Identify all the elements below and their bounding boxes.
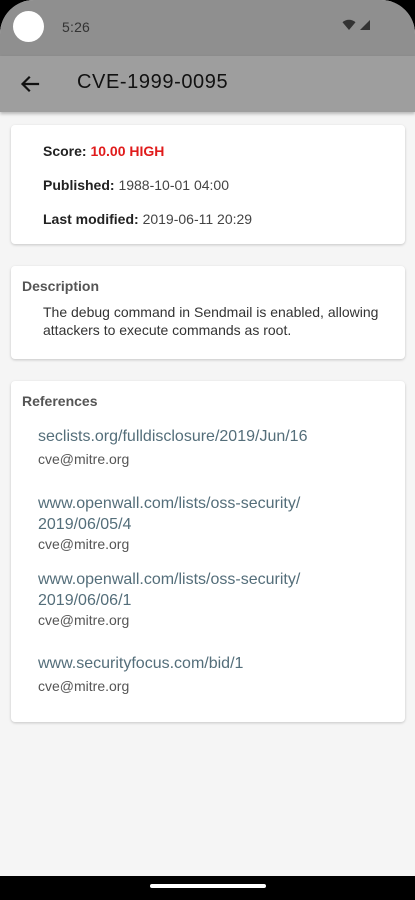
- modified-label: Last modified:: [43, 211, 139, 227]
- signal-icon: [360, 20, 370, 30]
- reference-item[interactable]: www.openwall.com/lists/oss-security/ 201…: [38, 493, 378, 553]
- reference-source: cve@mitre.org: [38, 612, 130, 628]
- reference-item[interactable]: www.openwall.com/lists/oss-security/ 201…: [38, 569, 378, 629]
- phone-screen: 5:26 CVE-1999-0095 Score: 10.00 HIGH Pub…: [0, 0, 415, 900]
- reference-link[interactable]: www.securityfocus.com/bid/1: [38, 653, 378, 674]
- description-heading: Description: [22, 278, 100, 294]
- reference-link[interactable]: www.openwall.com/lists/oss-security/: [38, 569, 378, 590]
- page-title: CVE-1999-0095: [77, 71, 229, 93]
- wifi-icon: [342, 19, 356, 30]
- status-time: 5:26: [62, 19, 91, 35]
- reference-item[interactable]: www.securityfocus.com/bid/1 cve@mitre.or…: [38, 653, 378, 695]
- status-icons: [342, 19, 371, 31]
- score-label: Score:: [43, 143, 87, 159]
- back-button[interactable]: [14, 68, 46, 100]
- published-row: Published: 1988-10-01 04:00: [43, 177, 229, 193]
- description-text: The debug command in Sendmail is enabled…: [43, 304, 379, 338]
- home-gesture-handle[interactable]: [150, 884, 266, 888]
- reference-source: cve@mitre.org: [38, 678, 130, 694]
- score-row: Score: 10.00 HIGH: [43, 143, 164, 159]
- arrow-left-icon: [20, 75, 40, 93]
- published-label: Published:: [43, 177, 115, 193]
- score-value: 10.00 HIGH: [90, 143, 165, 159]
- modified-row: Last modified: 2019-06-11 20:29: [43, 211, 252, 227]
- published-value: 1988-10-01 04:00: [118, 177, 229, 193]
- navigation-bar: [0, 876, 415, 900]
- modified-value: 2019-06-11 20:29: [142, 211, 253, 227]
- status-bar: 5:26: [0, 0, 415, 56]
- reference-link-cont[interactable]: 2019/06/05/4: [38, 514, 378, 535]
- camera-cutout: [13, 11, 44, 42]
- reference-link[interactable]: www.openwall.com/lists/oss-security/: [38, 493, 378, 514]
- references-heading: References: [22, 393, 98, 409]
- reference-source: cve@mitre.org: [38, 451, 130, 467]
- reference-source: cve@mitre.org: [38, 536, 130, 552]
- description-card: Description The debug command in Sendmai…: [11, 266, 405, 359]
- reference-item[interactable]: seclists.org/fulldisclosure/2019/Jun/16 …: [38, 426, 378, 468]
- app-bar: CVE-1999-0095: [0, 56, 415, 112]
- summary-card: Score: 10.00 HIGH Published: 1988-10-01 …: [11, 125, 405, 244]
- reference-link-cont[interactable]: 2019/06/06/1: [38, 590, 378, 611]
- reference-link[interactable]: seclists.org/fulldisclosure/2019/Jun/16: [38, 426, 378, 447]
- references-card: References seclists.org/fulldisclosure/2…: [11, 381, 405, 722]
